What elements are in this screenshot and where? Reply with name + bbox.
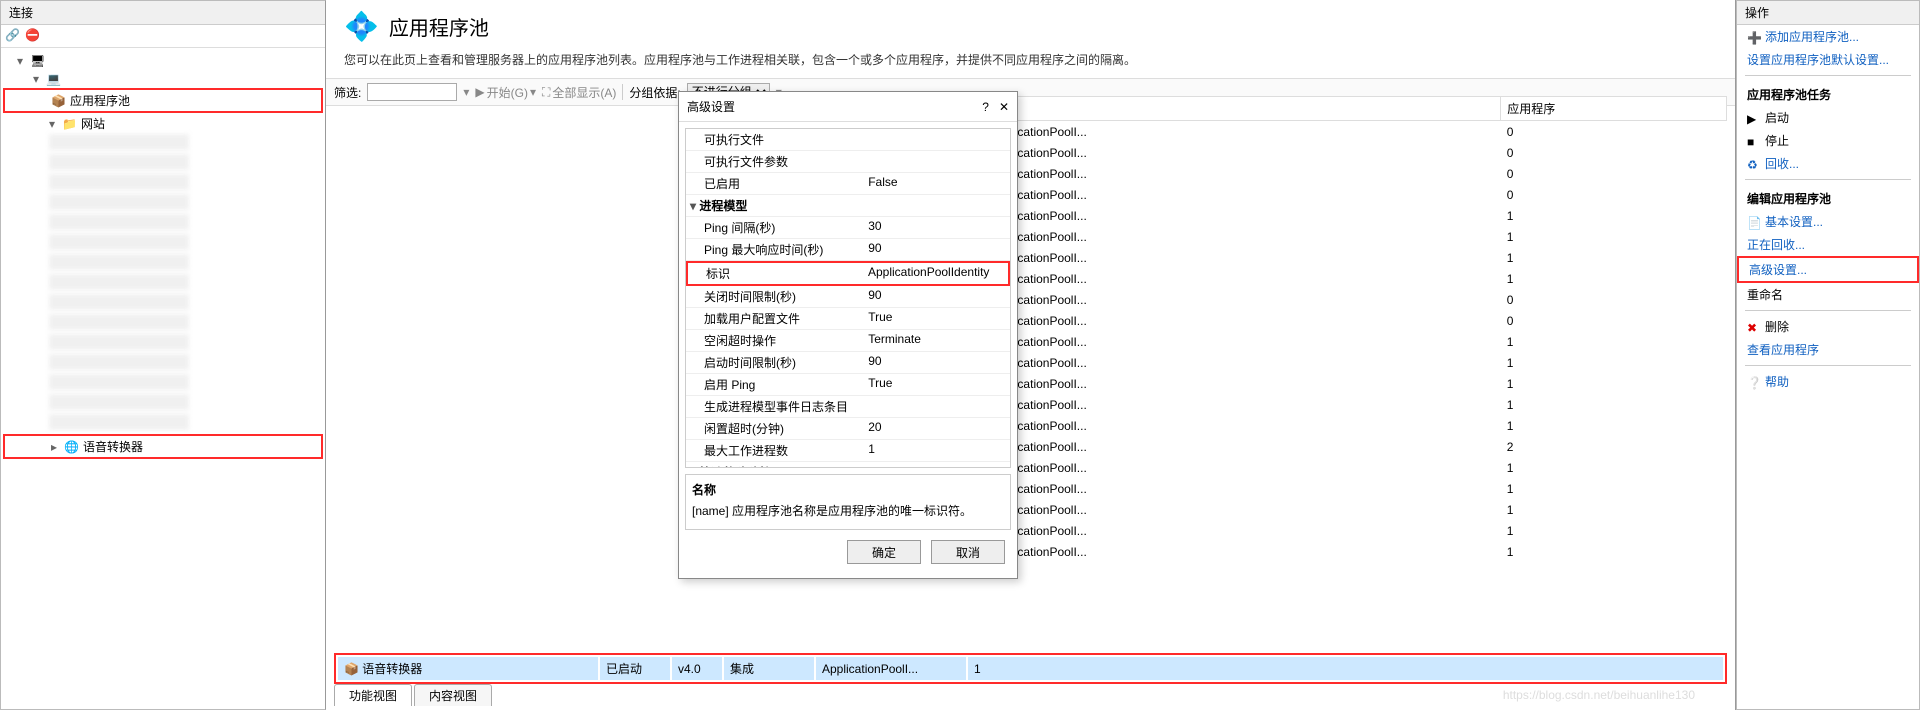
tree-blurred-item [49,394,189,410]
tree-blurred-item [49,194,189,210]
prop-row[interactable]: Ping 最大响应时间(秒)90 [686,239,1010,261]
action-basic[interactable]: 📄基本设置... [1737,210,1919,233]
close-icon[interactable]: ✕ [999,100,1009,114]
tree-blurred-item [49,274,189,290]
tree-voice-converter[interactable]: 🌐 语音转换器 [3,434,323,459]
tree-root[interactable]: 🖥 [3,52,323,70]
page-description: 您可以在此页上查看和管理服务器上的应用程序池列表。应用程序池与工作进程相关联，包… [326,47,1735,78]
tree-sites[interactable]: 📁 网站 [3,113,323,134]
pool-icon: 📦 [344,662,359,676]
prop-row[interactable]: 生成进程模型事件日志条目 [686,396,1010,418]
app-pools-large-icon: 💠 [344,10,379,43]
prop-row[interactable]: Ping 间隔(秒)30 [686,217,1010,239]
dialog-title: 高级设置 [687,98,982,115]
prop-row[interactable]: 加载用户配置文件True [686,308,1010,330]
tree-app-pools-label: 应用程序池 [70,92,130,109]
tasks-section-title: 应用程序池任务 [1737,80,1919,106]
actions-panel: 操作 ➕ 添加应用程序池... 设置应用程序池默认设置... 应用程序池任务 ▶… [1736,0,1920,710]
prop-row[interactable]: 启用 PingTrue [686,374,1010,396]
connections-panel: 连接 🔗 ⛔ 🖥 💻 📦 应用程序池 📁 网站 🌐 语音转换器 [0,0,326,710]
prop-row[interactable]: 标识ApplicationPoolIdentity [686,261,1010,286]
connect-icon[interactable]: 🔗 [5,28,21,44]
tree-blurred-item [49,234,189,250]
prop-row[interactable]: 已启用False [686,173,1010,195]
tree-blurred-item [49,354,189,370]
tab-content[interactable]: 内容视图 [414,684,492,706]
add-icon: ➕ [1747,31,1759,43]
delete-icon: ✖ [1747,321,1759,333]
selected-row-highlight: 📦 语音转换器 已启动 v4.0 集成 ApplicationPoolI... … [334,653,1727,684]
app-pools-icon: 📦 [51,94,66,108]
prop-row[interactable]: 空闲超时操作Terminate [686,330,1010,352]
edit-section-title: 编辑应用程序池 [1737,184,1919,210]
action-recycling[interactable]: 正在回收... [1737,233,1919,256]
tree-blurred-item [49,314,189,330]
globe-icon: 🌐 [64,440,79,454]
action-advanced[interactable]: 高级设置... [1737,256,1919,283]
prop-category[interactable]: 快速故障防护 [686,462,1010,468]
footer-tabs: 功能视图 内容视图 [334,684,492,706]
tree-server[interactable]: 💻 [3,70,323,88]
ok-button[interactable]: 确定 [847,540,921,564]
action-delete[interactable]: ✖删除 [1737,315,1919,338]
play-icon: ▶ [1747,112,1759,124]
tree-blurred-item [49,374,189,390]
prop-row[interactable]: 关闭时间限制(秒)90 [686,286,1010,308]
action-recycle[interactable]: ♻回收... [1737,152,1919,175]
property-description: 名称 [name] 应用程序池名称是应用程序池的唯一标识符。 [685,474,1011,530]
prop-row[interactable]: 启动时间限制(秒)90 [686,352,1010,374]
doc-icon: 📄 [1747,216,1759,228]
recycle-icon: ♻ [1747,158,1759,170]
prop-row[interactable]: 可执行文件 [686,129,1010,151]
center-panel: 💠 应用程序池 您可以在此页上查看和管理服务器上的应用程序池列表。应用程序池与工… [326,0,1736,710]
connections-tree: 🖥 💻 📦 应用程序池 📁 网站 🌐 语音转换器 [1,48,325,463]
prop-row[interactable]: 可执行文件参数 [686,151,1010,173]
tree-blurred-item [49,154,189,170]
tree-blurred-item [49,134,189,150]
action-set-defaults[interactable]: 设置应用程序池默认设置... [1737,48,1919,71]
prop-category[interactable]: 进程模型 [686,195,1010,217]
tree-blurred-item [49,414,189,430]
tree-blurred-item [49,294,189,310]
stop-icon: ■ [1747,135,1759,147]
advanced-settings-dialog: 高级设置 ? ✕ 可执行文件可执行文件参数已启用False进程模型Ping 间隔… [678,91,1018,579]
tree-app-pools[interactable]: 📦 应用程序池 [3,88,323,113]
prop-row[interactable]: 闲置超时(分钟)20 [686,418,1010,440]
tree-blurred-item [49,334,189,350]
watermark: https://blog.csdn.net/beihuanlihe130 [1503,688,1695,702]
sites-icon: 📁 [62,117,77,131]
connections-toolbar: 🔗 ⛔ [1,25,325,48]
prop-row[interactable]: 最大工作进程数1 [686,440,1010,462]
page-title: 应用程序池 [389,12,489,41]
property-grid[interactable]: 可执行文件可执行文件参数已启用False进程模型Ping 间隔(秒)30Ping… [685,128,1011,468]
tree-blurred-item [49,174,189,190]
tree-blurred-item [49,254,189,270]
actions-title: 操作 [1737,1,1919,25]
disconnect-icon[interactable]: ⛔ [25,28,41,44]
tree-sites-label: 网站 [81,115,105,132]
pool-table-container: 托管管道模式 标识 应用程序 集成ApplicationPoolI...0经典A… [334,96,1727,680]
connections-title: 连接 [1,1,325,25]
action-rename[interactable]: 重命名 [1737,283,1919,306]
action-view-apps[interactable]: 查看应用程序 [1737,338,1919,361]
tree-voice-converter-label: 语音转换器 [83,438,143,455]
action-stop[interactable]: ■停止 [1737,129,1919,152]
help-icon: ❔ [1747,376,1759,388]
action-start[interactable]: ▶启动 [1737,106,1919,129]
dialog-help-icon[interactable]: ? [982,100,989,114]
cancel-button[interactable]: 取消 [931,540,1005,564]
tree-blurred-item [49,214,189,230]
action-add-pool[interactable]: ➕ 添加应用程序池... [1737,25,1919,48]
selected-pool-row[interactable]: 📦 语音转换器 已启动 v4.0 集成 ApplicationPoolI... … [338,657,1723,680]
action-help[interactable]: ❔帮助 [1737,370,1919,393]
tab-features[interactable]: 功能视图 [334,684,412,706]
